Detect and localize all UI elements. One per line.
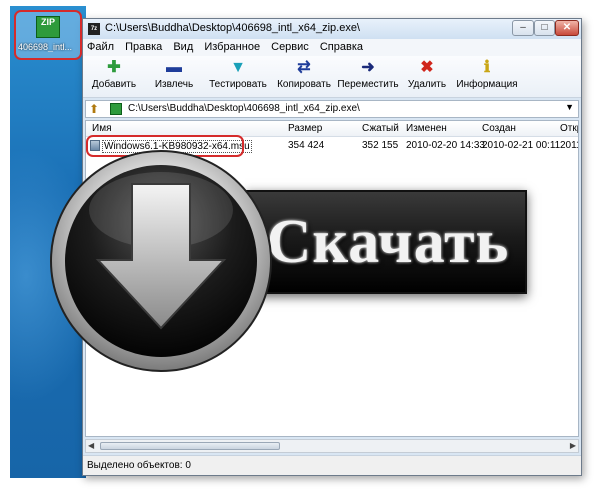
status-bar: Выделено объектов: 0 [83,455,581,475]
toolbar: ✚ Добавить ▬ Извлечь ▼ Тестировать ⇄ Коп… [83,56,581,98]
delete-label: Удалить [407,79,447,90]
column-packed[interactable]: Сжатый [362,123,399,134]
file-created: 2010-02-21 00:11 [482,140,561,151]
window-title: C:\Users\Buddha\Desktop\406698_intl_x64_… [105,22,360,34]
copy-label: Копировать [277,79,331,90]
test-button[interactable]: ▼ Тестировать [207,60,269,94]
download-banner: Скачать [245,190,527,294]
info-button[interactable]: ℹ Информация [455,60,519,94]
add-button[interactable]: ✚ Добавить [89,60,139,94]
scroll-thumb[interactable] [100,442,280,450]
column-modified[interactable]: Изменен [406,123,447,134]
copy-arrows-icon: ⇄ [297,59,311,76]
move-button[interactable]: ➜ Переместить [335,60,401,94]
screenshot-stage: ZIP 406698_intl... 7z C:\Users\Buddha\De… [0,0,600,493]
extract-label: Извлечь [154,79,194,90]
menu-view[interactable]: Вид [169,39,197,55]
menu-favorites[interactable]: Избранное [200,39,264,55]
file-size: 354 424 [288,140,325,151]
copy-button[interactable]: ⇄ Копировать [273,60,335,94]
extract-button[interactable]: ▬ Извлечь [151,60,197,94]
maximize-button[interactable]: □ [534,20,555,36]
banner-text: Скачать [266,208,510,276]
column-accessed[interactable]: Откр [560,123,578,134]
address-path[interactable]: C:\Users\Buddha\Desktop\406698_intl_x64_… [128,103,360,114]
column-created[interactable]: Создан [482,123,516,134]
minus-icon: ▬ [166,59,182,76]
desktop-icon-label: 406698_intl... [18,42,73,52]
desktop-icon-zip[interactable]: ZIP 406698_intl... [14,10,82,60]
app-icon: 7z [88,23,100,35]
menu-bar: Файл Правка Вид Избранное Сервис Справка [83,39,581,56]
move-label: Переместить [337,79,399,90]
info-icon: ℹ [483,59,491,76]
delete-button[interactable]: ✖ Удалить [405,60,449,94]
scroll-right-icon[interactable]: ▶ [570,441,576,450]
download-arrow-icon [50,150,272,372]
arrow-right-icon: ➜ [361,59,375,76]
title-bar[interactable]: 7z C:\Users\Buddha\Desktop\406698_intl_x… [83,19,581,39]
chevron-down-icon[interactable]: ▼ [565,102,574,112]
file-accessed: 2011 [560,140,578,151]
file-packed-size: 352 155 [362,140,399,151]
address-bar[interactable]: ⬆ C:\Users\Buddha\Desktop\406698_intl_x6… [85,100,579,118]
add-label: Добавить [91,79,137,90]
close-button[interactable]: ✕ [555,20,579,36]
horizontal-scrollbar[interactable]: ◀ ▶ [85,439,579,453]
file-modified: 2010-02-20 14:33 [406,140,485,151]
status-text: Выделено объектов: 0 [87,460,191,471]
menu-help[interactable]: Справка [316,39,367,55]
x-icon: ✖ [420,59,434,76]
column-name[interactable]: Имя [92,123,111,134]
folder-up-icon[interactable]: ⬆ [89,102,99,116]
check-icon: ▼ [230,59,246,76]
minimize-button[interactable]: – [512,20,534,36]
test-label: Тестировать [209,79,267,90]
zip-file-icon: ZIP [36,16,60,38]
plus-icon: ✚ [107,59,121,76]
column-size[interactable]: Размер [288,123,322,134]
menu-tools[interactable]: Сервис [267,39,313,55]
info-label: Информация [456,79,518,90]
menu-edit[interactable]: Правка [121,39,166,55]
archive-folder-icon [110,103,122,115]
menu-file[interactable]: Файл [83,39,118,55]
scroll-left-icon[interactable]: ◀ [88,441,94,450]
